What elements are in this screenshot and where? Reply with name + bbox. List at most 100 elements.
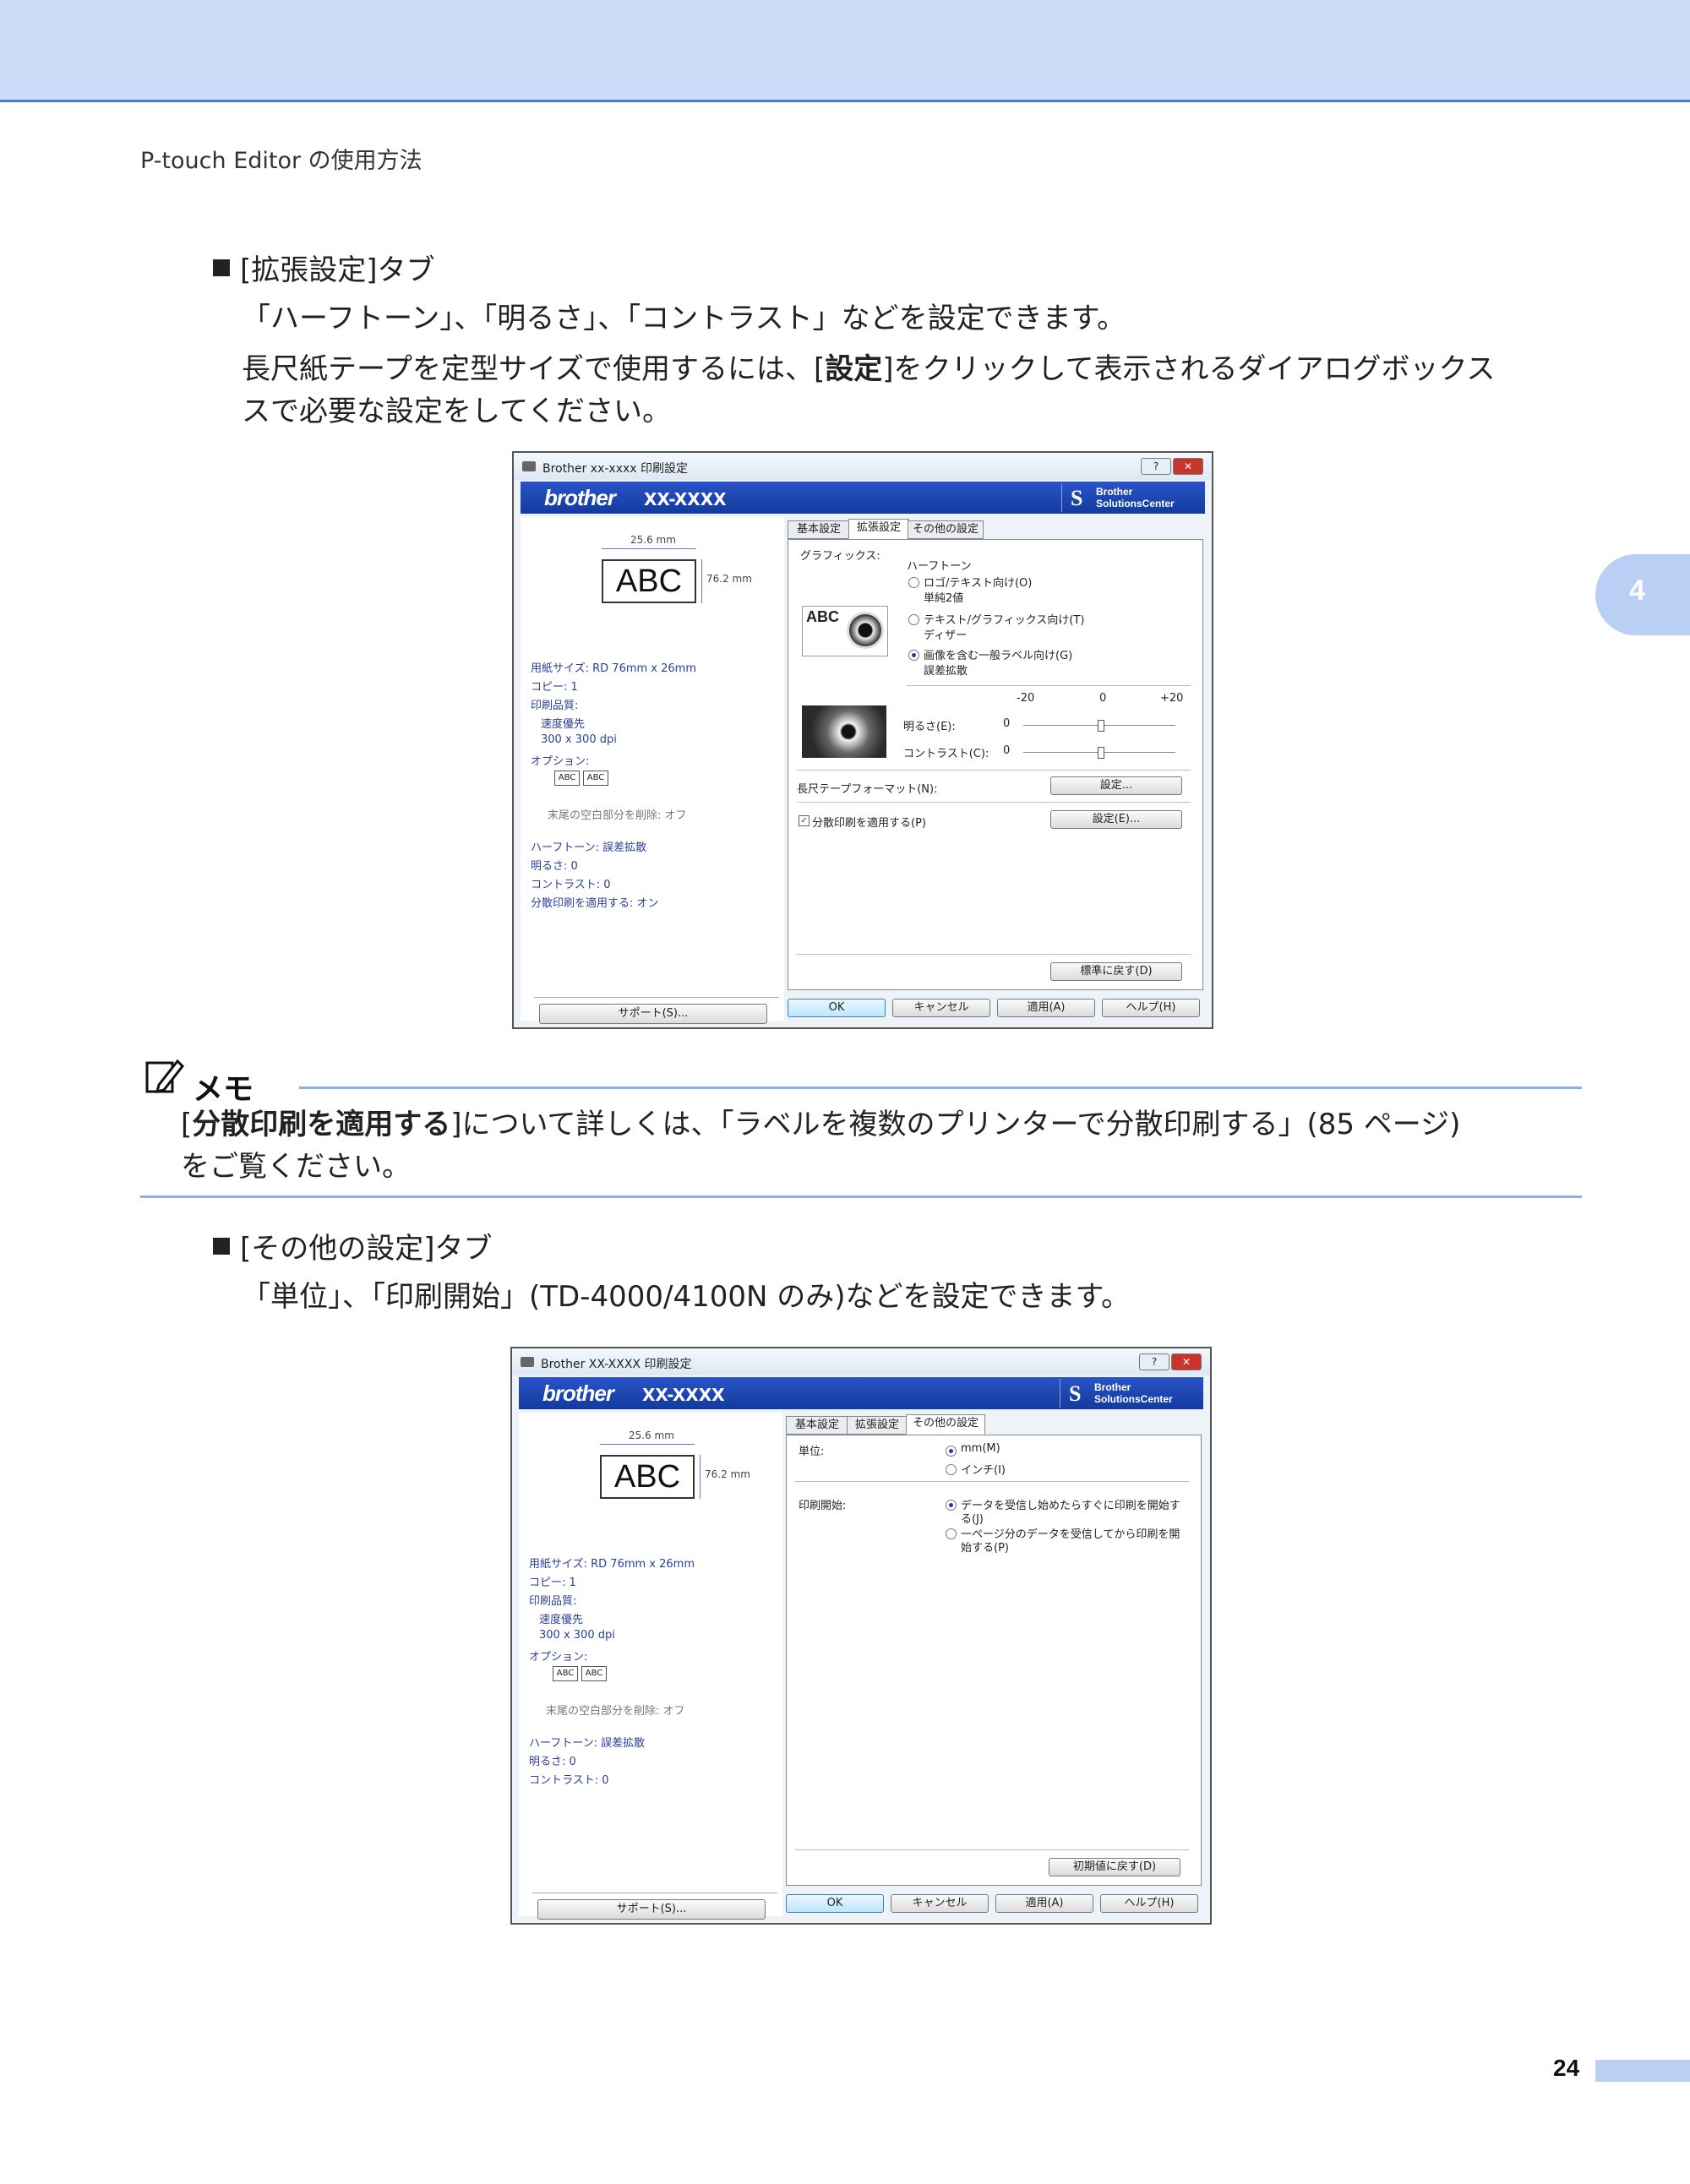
brother-logo: brother [544, 485, 616, 510]
restore-default-button[interactable]: 標準に戻す(D) [1050, 962, 1182, 981]
help-icon[interactable]: ? [1141, 458, 1171, 475]
flower-image [847, 612, 884, 649]
mini-label-2: ABC [581, 1666, 607, 1681]
long-tape-settings-button[interactable]: 設定... [1050, 776, 1182, 795]
cancel-button[interactable]: キャンセル [891, 1894, 989, 1913]
section-heading-advanced: [拡張設定]タブ [213, 247, 435, 288]
memo-top-rule [299, 1087, 1582, 1089]
solutions-center-button[interactable]: S Brother SolutionsCenter [1060, 1379, 1201, 1408]
divider [797, 954, 1191, 955]
tab-basic[interactable]: 基本設定 [788, 520, 850, 539]
scale-mid: 0 [1099, 692, 1107, 705]
copies-info: コピー: 1 [529, 1577, 576, 1589]
halftone-logo-sub: 単純2値 [924, 592, 964, 605]
brightness-summary: 明るさ: 0 [529, 1756, 576, 1768]
dialog-other-screenshot: Brother XX-XXXX 印刷設定 ? ✕ brother XX-XXXX… [510, 1347, 1212, 1925]
help-button[interactable]: ヘルプ(H) [1102, 999, 1200, 1017]
graphics-label: グラフィックス: [800, 550, 880, 563]
support-button[interactable]: サポート(S)... [537, 1899, 766, 1920]
printer-icon [521, 1357, 534, 1367]
tab-other[interactable]: その他の設定 [908, 520, 984, 539]
brightness-value: 0 [1003, 717, 1011, 730]
width-dimension-line [602, 548, 696, 549]
distributed-summary: 分散印刷を適用する: オン [531, 897, 659, 910]
distributed-print-label: 分散印刷を適用する(P) [812, 817, 926, 830]
tab-basic[interactable]: 基本設定 [786, 1416, 848, 1435]
resolution-info: 300 x 300 dpi [541, 733, 617, 746]
halftone-summary: ハーフトーン: 誤差拡散 [529, 1737, 646, 1750]
long-tape-format-label: 長尺テープフォーマット(N): [797, 783, 938, 796]
divider [795, 1481, 1189, 1482]
label-preview: ABC [600, 1455, 695, 1499]
print-start-page-radio[interactable] [946, 1528, 957, 1539]
halftone-text-label: テキスト/グラフィックス向け(T) [924, 614, 1085, 627]
advanced-settings-pane: グラフィックス: ハーフトーン ABC ロゴ/テキスト向け(O) 単純2値 テキ… [788, 539, 1203, 990]
apply-button[interactable]: 適用(A) [995, 1894, 1093, 1913]
halftone-image-label: 画像を含む一般ラベル向け(G) [924, 650, 1073, 662]
apply-button[interactable]: 適用(A) [997, 999, 1095, 1017]
contrast-label: コントラスト(C): [903, 748, 989, 760]
memo-bottom-rule [140, 1195, 1582, 1198]
help-icon[interactable]: ? [1139, 1353, 1169, 1370]
width-label: 25.6 mm [630, 534, 676, 546]
trailing-blank-info: 末尾の空白部分を削除: オフ [546, 1705, 685, 1718]
memo-pencil-icon [145, 1059, 184, 1094]
scale-max: +20 [1160, 692, 1184, 705]
cancel-button[interactable]: キャンセル [892, 999, 990, 1017]
height-dimension-line [700, 1455, 701, 1499]
divider [907, 685, 1191, 686]
divider [795, 1849, 1189, 1850]
resolution-info: 300 x 300 dpi [539, 1629, 615, 1642]
tab-advanced[interactable]: 拡張設定 [848, 519, 909, 539]
halftone-image-radio[interactable] [908, 650, 919, 661]
halftone-text-radio[interactable] [908, 614, 919, 625]
heading-tab-name: 拡張設定 [251, 253, 367, 287]
title-bar: Brother xx-xxxx 印刷設定 ? ✕ [514, 453, 1212, 480]
halftone-image-sub: 誤差拡散 [924, 665, 968, 678]
close-icon[interactable]: ✕ [1171, 1353, 1202, 1370]
support-button[interactable]: サポート(S)... [539, 1004, 767, 1024]
unit-label: 単位: [799, 1446, 825, 1458]
halftone-label: ハーフトーン [907, 560, 972, 573]
dialog-advanced-screenshot: Brother xx-xxxx 印刷設定 ? ✕ brother XX-XXXX… [512, 451, 1213, 1029]
halftone-summary: ハーフトーン: 誤差拡散 [531, 841, 647, 854]
halftone-logo-radio[interactable] [908, 577, 919, 588]
ok-button[interactable]: OK [788, 999, 886, 1017]
mini-label-2: ABC [583, 771, 608, 786]
ok-button[interactable]: OK [786, 1894, 884, 1913]
unit-mm-label: mm(M) [961, 1442, 1000, 1455]
close-icon[interactable]: ✕ [1173, 458, 1203, 475]
brightness-label: 明るさ(E): [903, 721, 956, 733]
page-bar [1595, 2060, 1690, 2082]
advanced-long-tape-note: 長尺紙テープを定型サイズで使用するには、[設定]をクリックして表示されるダイアロ… [242, 352, 1496, 428]
brand-bar: brother XX-XXXX S Brother SolutionsCente… [521, 482, 1205, 514]
header-band [0, 0, 1690, 102]
scale-min: -20 [1017, 692, 1035, 705]
mini-label-1: ABC [554, 771, 580, 786]
tab-advanced[interactable]: 拡張設定 [847, 1416, 908, 1435]
width-label: 25.6 mm [629, 1430, 674, 1441]
quality-info: 印刷品質: [531, 700, 579, 712]
paper-size-info: 用紙サイズ: RD 76mm x 26mm [529, 1558, 695, 1571]
distributed-settings-button[interactable]: 設定(E)... [1050, 810, 1182, 829]
advanced-description: 「ハーフトーン」、「明るさ」、「コントラスト」などを設定できます。 [242, 302, 1126, 335]
contrast-slider-handle[interactable] [1098, 747, 1104, 759]
restore-initial-button[interactable]: 初期値に戻す(D) [1049, 1858, 1180, 1876]
printer-icon [522, 461, 536, 471]
preview-pane: 25.6 mm ABC 76.2 mm 用紙サイズ: RD 76mm x 26m… [519, 1413, 782, 1920]
tab-other[interactable]: その他の設定 [906, 1414, 985, 1435]
help-button[interactable]: ヘルプ(H) [1100, 1894, 1198, 1913]
unit-mm-radio[interactable] [946, 1446, 957, 1457]
solutions-center-button[interactable]: S Brother SolutionsCenter [1061, 483, 1202, 512]
print-start-immediate-radio[interactable] [946, 1500, 957, 1511]
brightness-slider-handle[interactable] [1098, 720, 1104, 732]
label-preview: ABC [602, 559, 696, 603]
unit-inch-radio[interactable] [946, 1464, 957, 1475]
brother-logo: brother [542, 1381, 614, 1406]
distributed-print-checkbox[interactable]: ✓ [799, 815, 810, 826]
unit-inch-label: インチ(I) [961, 1464, 1006, 1477]
divider [797, 802, 1191, 803]
quality-info: 印刷品質: [529, 1595, 577, 1608]
print-start-immediate-label-cont: る(J) [961, 1513, 984, 1526]
option-info: オプション: [529, 1651, 588, 1664]
